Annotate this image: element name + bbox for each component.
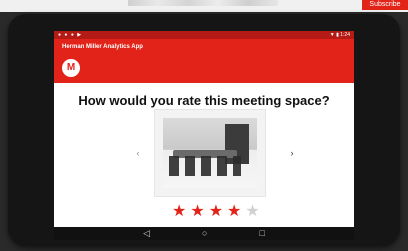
subscribe-tag[interactable]: Subscribe — [362, 0, 408, 10]
android-nav-bar: ◁ ○ □ — [54, 227, 354, 240]
home-icon[interactable]: ○ — [202, 227, 207, 240]
app-title: Herman Miller Analytics App — [62, 44, 143, 50]
star-icon[interactable]: ★ — [245, 203, 259, 221]
star-rating[interactable]: ★ ★ ★ ★ ★ — [172, 203, 282, 221]
herman-miller-logo: M — [62, 59, 80, 77]
office-chairs — [169, 156, 241, 176]
back-icon[interactable]: ◁ — [143, 227, 150, 240]
arrow-right-icon[interactable]: › — [286, 147, 298, 159]
star-icon[interactable]: ★ — [190, 203, 204, 221]
star-icon[interactable]: ★ — [227, 203, 241, 221]
star-icon[interactable]: ★ — [209, 203, 223, 221]
meeting-space-photo — [154, 109, 266, 197]
thumbnail-strip — [128, 0, 278, 6]
app-screen: ● ● ● ▶ ▼ ▮ 1:24 Herman Miller Analytics… — [54, 31, 354, 227]
star-icon[interactable]: ★ — [172, 203, 186, 221]
status-bar-left-icons: ● ● ● ▶ — [58, 32, 83, 38]
status-bar-right: ▼ ▮ 1:24 — [329, 32, 350, 38]
recents-icon[interactable]: □ — [259, 227, 264, 240]
browser-top-strip: Subscribe — [0, 0, 408, 12]
status-bar: ● ● ● ▶ ▼ ▮ 1:24 — [54, 31, 354, 39]
arrow-left-icon[interactable]: ‹ — [132, 147, 144, 159]
app-bar: Herman Miller Analytics App M — [54, 39, 354, 83]
rating-question: How would you rate this meeting space? — [78, 93, 330, 108]
